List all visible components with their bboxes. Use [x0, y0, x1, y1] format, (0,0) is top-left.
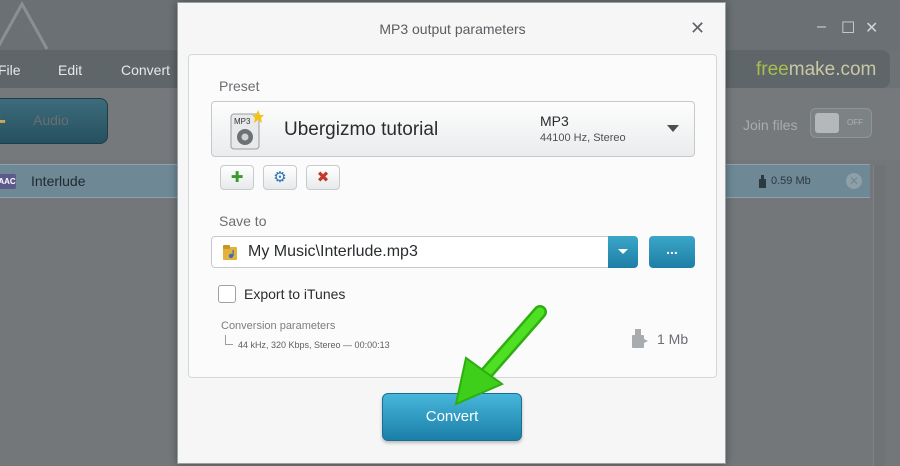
export-itunes-checkbox[interactable]: [218, 285, 236, 303]
save-path-value: My Music\Interlude.mp3: [248, 243, 418, 260]
join-files-toggle[interactable]: OFF: [810, 108, 872, 138]
save-path-dropdown-button[interactable]: [608, 236, 638, 268]
add-preset-button[interactable]: ✚: [220, 165, 254, 190]
file-size: 0.59 Mb: [771, 175, 811, 187]
browse-button[interactable]: ...: [649, 236, 695, 268]
menu-file[interactable]: File: [0, 62, 21, 78]
toggle-knob: [815, 113, 839, 133]
preset-name: Ubergizmo tutorial: [284, 119, 439, 140]
chevron-down-icon: [667, 125, 679, 132]
gear-icon: ⚙: [273, 169, 287, 186]
menu-convert[interactable]: Convert: [121, 62, 170, 78]
export-itunes-label: Export to iTunes: [244, 286, 346, 302]
plus-icon: +: [0, 108, 13, 134]
preset-label: Preset: [219, 78, 260, 94]
file-size-icon: [632, 329, 648, 348]
tree-connector: [225, 335, 233, 345]
delete-icon: ✖: [316, 169, 330, 186]
menu-edit[interactable]: Edit: [58, 62, 82, 78]
freemake-logo-icon: [0, 0, 49, 50]
folder-music-icon: [223, 245, 237, 260]
estimated-size: 1 Mb: [657, 331, 689, 347]
preset-format: MP3: [540, 113, 569, 129]
file-size-icon: [759, 175, 766, 188]
plus-icon: ✚: [230, 169, 244, 186]
save-to-label: Save to: [219, 213, 267, 229]
delete-preset-button[interactable]: ✖: [306, 165, 340, 190]
aac-format-icon: AAC: [0, 174, 16, 189]
save-path-field[interactable]: My Music\Interlude.mp3: [211, 236, 638, 268]
file-name: Interlude: [31, 173, 86, 189]
preset-dropdown[interactable]: MP3 Ubergizmo tutorial MP3 44100 Hz, Ste…: [211, 101, 695, 157]
minimize-button[interactable]: –: [817, 18, 826, 36]
maximize-button[interactable]: ☐: [841, 18, 855, 38]
close-window-button[interactable]: ✕: [865, 18, 878, 38]
join-files-label: Join files: [743, 117, 798, 133]
mp3-speaker-icon: MP3: [230, 110, 264, 150]
edit-preset-button[interactable]: ⚙: [263, 165, 297, 190]
remove-file-button[interactable]: ✕: [846, 173, 862, 189]
add-audio-button[interactable]: + Audio: [0, 98, 108, 144]
list-scrollbar[interactable]: [873, 165, 885, 466]
conversion-parameters-label: Conversion parameters: [221, 320, 336, 332]
conversion-parameters-detail: 44 kHz, 320 Kbps, Stereo — 00:00:13: [238, 340, 390, 350]
svg-text:MP3: MP3: [234, 117, 251, 126]
brand-logo: freemake.com: [756, 59, 877, 80]
dialog-close-button[interactable]: ✕: [690, 19, 705, 37]
dialog-title: MP3 output parameters: [379, 21, 526, 37]
green-arrow-icon: [454, 305, 547, 406]
preset-info: 44100 Hz, Stereo: [540, 132, 626, 144]
toggle-state: OFF: [847, 118, 863, 127]
